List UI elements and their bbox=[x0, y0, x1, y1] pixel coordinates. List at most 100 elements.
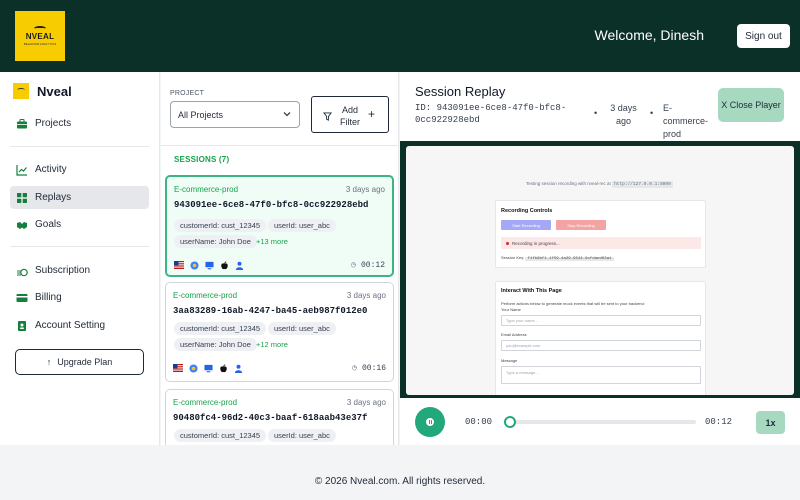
user-id-chip: userId: user_abc bbox=[268, 322, 336, 335]
message-placeholder: Type a message... bbox=[506, 370, 539, 375]
sidebar-item-label: Subscription bbox=[35, 265, 91, 276]
user-id-chip: userId: user_abc bbox=[268, 429, 336, 442]
chevron-down-icon bbox=[282, 109, 292, 121]
interact-card: Interact With This Page Perform actions … bbox=[495, 281, 706, 395]
add-filter-label: Add Filter bbox=[340, 105, 360, 127]
session-meta-icons bbox=[173, 363, 243, 373]
more-attributes-link[interactable]: +12 more bbox=[256, 340, 288, 349]
email-placeholder: you@example.com bbox=[506, 343, 541, 348]
separator-dot: • bbox=[594, 108, 598, 118]
user-name-chip: userName: John Doe bbox=[174, 338, 257, 351]
browser-icon bbox=[189, 260, 199, 270]
chart-line-icon bbox=[16, 164, 28, 176]
project-select-value: All Projects bbox=[178, 109, 224, 120]
logo-tagline: BEHAVIOR ANALYTICS bbox=[23, 42, 57, 46]
arrow-up-icon: ↑ bbox=[46, 357, 52, 367]
session-age: 3 days ago bbox=[346, 398, 386, 407]
plus-icon: + bbox=[368, 107, 376, 121]
pause-button[interactable] bbox=[415, 407, 445, 437]
email-field: you@example.com bbox=[501, 340, 701, 351]
session-meta-icons bbox=[174, 260, 244, 270]
sessions-heading: SESSIONS (7) bbox=[174, 155, 230, 164]
us-flag-icon bbox=[174, 260, 184, 270]
session-key-row: Session Key: f1fb9bf1-1f59-4a29-9544-9cf… bbox=[501, 255, 614, 261]
sidebar-item-projects[interactable]: Projects bbox=[10, 112, 149, 135]
clock-icon: ◷ bbox=[352, 364, 357, 373]
current-time: 00:00 bbox=[465, 417, 493, 427]
replay-age: 3 days ago bbox=[610, 103, 637, 126]
sidebar-item-label: Goals bbox=[35, 219, 62, 230]
session-duration: ◷ 00:12 bbox=[351, 260, 385, 271]
sessions-panel: PROJECT All Projects Add Filter + SESSIO… bbox=[161, 72, 399, 445]
brand-name: Nveal bbox=[37, 83, 72, 99]
sidebar-item-activity[interactable]: Activity bbox=[10, 158, 149, 181]
recording-status-text: Recording in progress... bbox=[512, 240, 560, 246]
recorded-intro-text: Testing session recording with nveal-rec… bbox=[526, 181, 611, 186]
sidebar-item-replays[interactable]: Replays bbox=[10, 186, 149, 209]
recording-status: Recording in progress... bbox=[501, 237, 701, 249]
sidebar: Nveal Projects Activity Replays Goals Su… bbox=[0, 72, 160, 445]
session-project: E-commerce-prod bbox=[173, 398, 238, 407]
session-card[interactable]: E-commerce-prod 3 days ago 90480fc4-96d2… bbox=[165, 389, 394, 445]
sidebar-item-label: Replays bbox=[35, 192, 72, 203]
desktop-icon bbox=[203, 363, 213, 373]
session-id: 3aa83289-16ab-4247-ba45-aeb987f012e0 bbox=[173, 306, 368, 316]
user-icon bbox=[234, 260, 244, 270]
progress-track[interactable] bbox=[507, 420, 696, 424]
footer: © 2026 Nveal.com. All rights reserved. bbox=[0, 463, 800, 500]
customer-id-chip: customerId: cust_12345 bbox=[174, 429, 267, 442]
add-filter-button[interactable]: Add Filter + bbox=[311, 96, 389, 133]
panel-divider bbox=[161, 145, 398, 146]
sidebar-item-goals[interactable]: Goals bbox=[10, 213, 149, 236]
filter-icon bbox=[323, 109, 332, 124]
session-key-value: f1fb9bf1-1f59-4a29-9544-9cfdaed03a1 bbox=[525, 257, 614, 261]
credit-card-icon bbox=[16, 292, 28, 304]
session-card[interactable]: E-commerce-prod 3 days ago 3aa83289-16ab… bbox=[165, 282, 394, 382]
nveal-logo[interactable]: NVEAL BEHAVIOR ANALYTICS bbox=[15, 11, 65, 61]
name-placeholder: Type your name... bbox=[506, 318, 539, 323]
sidebar-item-label: Billing bbox=[35, 292, 62, 303]
sidebar-item-subscription[interactable]: Subscription bbox=[10, 259, 149, 282]
handshake-icon bbox=[16, 219, 28, 231]
welcome-text: Welcome, Dinesh bbox=[594, 27, 704, 43]
session-card[interactable]: E-commerce-prod 3 days ago 943091ee-6ce8… bbox=[165, 175, 394, 277]
logo-text: NVEAL bbox=[25, 32, 55, 41]
name-field: Type your name... bbox=[501, 315, 701, 326]
more-attributes-link[interactable]: +13 more bbox=[256, 237, 288, 246]
session-id: 90480fc4-96d2-40c3-baaf-618aab43e37f bbox=[173, 413, 368, 423]
coins-icon bbox=[16, 265, 28, 277]
briefcase-icon bbox=[16, 118, 28, 130]
replay-title: Session Replay bbox=[415, 84, 506, 99]
close-player-button[interactable]: X Close Player bbox=[718, 88, 784, 122]
duration-value: 00:12 bbox=[360, 260, 385, 270]
interact-heading: Interact With This Page bbox=[501, 288, 562, 294]
sidebar-item-label: Activity bbox=[35, 164, 67, 175]
start-recording-button: Start Recording bbox=[501, 220, 551, 230]
sidebar-item-account-setting[interactable]: Account Setting bbox=[10, 314, 149, 337]
project-select[interactable]: All Projects bbox=[170, 101, 300, 128]
recording-controls-card: Recording Controls Start Recording Stop … bbox=[495, 200, 706, 268]
customer-id-chip: customerId: cust_12345 bbox=[174, 219, 267, 232]
duration-value: 00:16 bbox=[361, 363, 386, 373]
name-label: Your Name bbox=[501, 307, 521, 312]
email-label: Email Address bbox=[501, 332, 527, 337]
stop-recording-label: Stop Recording bbox=[567, 222, 595, 228]
recorded-page: Testing session recording with nveal-rec… bbox=[406, 146, 794, 395]
upgrade-plan-label: Upgrade Plan bbox=[57, 357, 113, 367]
progress-thumb[interactable] bbox=[504, 416, 516, 428]
sidebar-divider bbox=[10, 246, 149, 247]
session-duration: ◷ 00:16 bbox=[352, 363, 386, 374]
playback-speed-button[interactable]: 1x bbox=[756, 411, 785, 434]
upgrade-plan-button[interactable]: ↑ Upgrade Plan bbox=[15, 349, 144, 375]
logo-arc-icon bbox=[34, 26, 46, 31]
sidebar-brand[interactable]: Nveal bbox=[13, 83, 72, 99]
clock-icon: ◷ bbox=[351, 261, 356, 270]
session-id: 943091ee-6ce8-47f0-bfc8-0cc922928ebd bbox=[174, 200, 369, 210]
replay-project: E-commerce-prod bbox=[663, 103, 709, 139]
message-field: Type a message... bbox=[501, 366, 701, 384]
sidebar-item-label: Projects bbox=[35, 118, 72, 129]
stop-recording-button: Stop Recording bbox=[556, 220, 606, 230]
sidebar-item-billing[interactable]: Billing bbox=[10, 286, 149, 309]
sign-out-button[interactable]: Sign out bbox=[737, 24, 790, 48]
session-project: E-commerce-prod bbox=[173, 291, 238, 300]
